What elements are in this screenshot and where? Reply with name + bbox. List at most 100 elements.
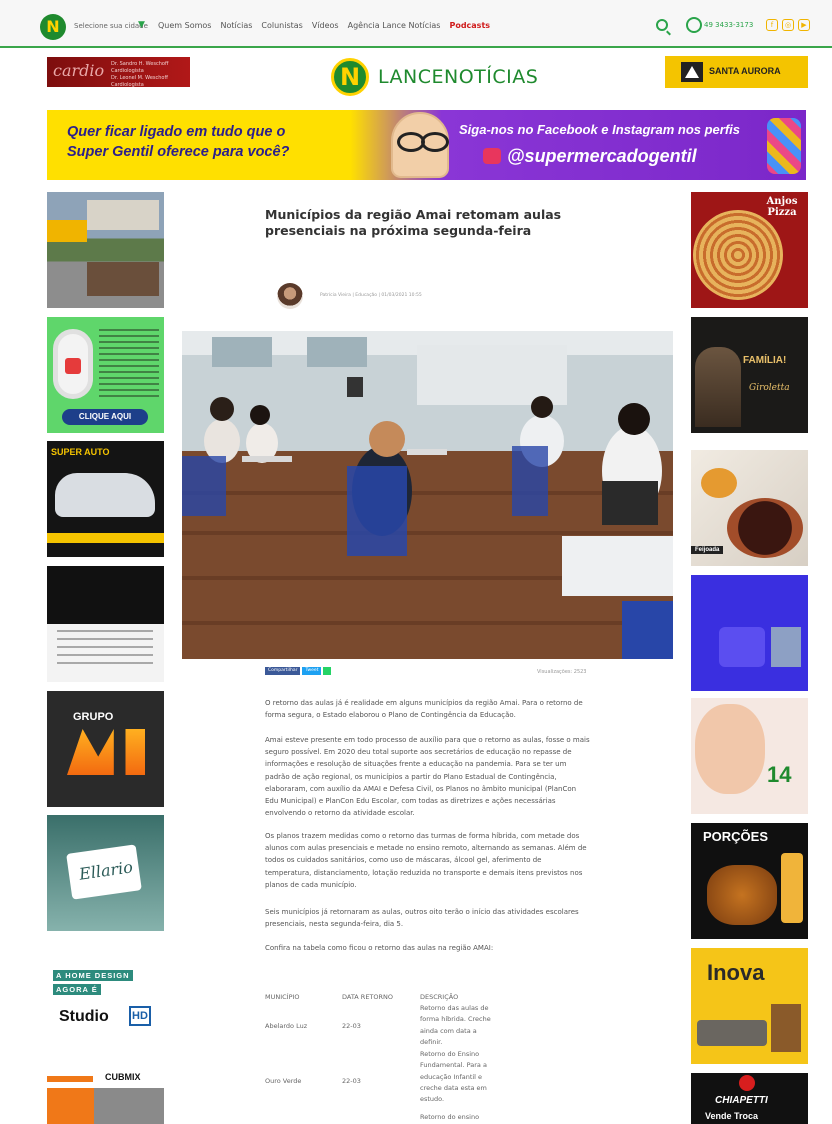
author-avatar: [277, 283, 303, 309]
security-ad-cta[interactable]: CLIQUE AQUI: [62, 409, 148, 425]
chiapetti-subtitle: Vende Troca: [705, 1111, 759, 1121]
table-cell-data: 22-03: [342, 1022, 361, 1030]
baby-face-icon: [695, 704, 765, 794]
article-paragraph-5: Confira na tabela como ficou o retorno d…: [265, 944, 494, 952]
social-apps-icon: [767, 118, 801, 174]
super-auto-ad[interactable]: SUPER AUTO: [47, 441, 164, 557]
studio-hd-line1: A HOME DESIGN: [53, 970, 133, 981]
studio-hd-ad[interactable]: A HOME DESIGN AGORA É Studio HD: [47, 940, 164, 1056]
article-paragraph-4: Seis municípios já retornaram as aulas, …: [265, 908, 579, 929]
site-logo-small[interactable]: N: [40, 14, 66, 40]
article-title: Municípios da região Amai retomam aulas …: [265, 207, 562, 238]
banner-right-line1: Siga-nos no Facebook e Instagram nos per…: [459, 122, 741, 137]
table-header-municipio: MUNICÍPIO: [265, 993, 300, 1001]
search-icon[interactable]: [656, 19, 668, 31]
cardio-ad-subtitle: Dr. Sandro H. Weschoff Cardiologista Dr.…: [111, 61, 169, 88]
nav-link-quem-somos[interactable]: Quem Somos: [158, 21, 211, 30]
coffee-cup-icon: [719, 627, 765, 667]
bowl-icon: [701, 468, 737, 498]
giroletta-title: FAMÍLIA!: [743, 355, 787, 366]
giroletta-ad[interactable]: FAMÍLIA! Giroletta: [691, 317, 808, 433]
sofa-icon: [697, 1020, 767, 1046]
table-cell-descricao: Retorno do ensino: [420, 1113, 480, 1121]
porcoes-title: PORÇÕES: [703, 829, 769, 844]
santa-aurora-logo-icon: [681, 62, 703, 82]
brand-logo[interactable]: N: [331, 58, 369, 96]
top-navigation: N Selecione sua cidade ▼ Quem Somos Notí…: [0, 0, 832, 48]
ellario-ad[interactable]: Ellario: [47, 815, 164, 931]
grupo-m1-ad[interactable]: GRUPO: [47, 691, 164, 807]
super-auto-stripe: [47, 533, 164, 543]
inova-title: Inova: [707, 960, 765, 985]
brand-name[interactable]: LANCENOTÍCIAS: [378, 66, 538, 88]
super-gentil-banner[interactable]: Quer ficar ligado em tudo que o Super Ge…: [47, 110, 806, 180]
security-ad-text-lines: [99, 329, 159, 399]
home-design-ad[interactable]: [47, 192, 164, 308]
brand-name-left: LANCE: [378, 66, 445, 88]
nav-link-noticias[interactable]: Notícias: [220, 21, 252, 30]
cubmix-title: CUBMIX: [105, 1072, 141, 1082]
m1-logo-icon: [67, 729, 145, 775]
blue-ad[interactable]: [691, 575, 808, 691]
chiapetti-ad[interactable]: CHIAPETTI Vende Troca: [691, 1073, 808, 1124]
hd-logo-icon: HD: [129, 1006, 151, 1026]
cubmix-image: [47, 1088, 164, 1124]
instagram-icon[interactable]: ◎: [782, 19, 794, 31]
pizza-icon: [693, 210, 783, 300]
classroom-photo-illustration: [182, 331, 673, 659]
article-photo: [182, 331, 673, 659]
table-cell-descricao: Retorno do Ensino Fundamental. Para a ed…: [420, 1050, 487, 1104]
santa-aurora-ad[interactable]: SANTA AURORA: [665, 56, 808, 88]
security-ad[interactable]: CLIQUE AQUI: [47, 317, 164, 433]
table-header-descricao: DESCRIÇÃO: [420, 993, 459, 1001]
view-count: Visualizações: 2523: [537, 669, 587, 675]
banner-left-text: Quer ficar ligado em tudo que o Super Ge…: [67, 122, 289, 162]
studio-hd-line2: AGORA É: [53, 984, 101, 995]
house-icon: [87, 262, 159, 296]
beer-icon: [781, 853, 803, 923]
cardio-ad-title: cardio: [53, 61, 105, 80]
facebook-icon[interactable]: f: [766, 19, 778, 31]
santa-aurora-ad-text: SANTA AURORA: [709, 66, 781, 76]
cubmix-ad[interactable]: CUBMIX: [47, 1066, 164, 1124]
facebook-share-button[interactable]: Compartilhar: [265, 667, 301, 675]
lock-body-icon: [65, 358, 81, 374]
table-cell-municipio: Abelardo Luz: [265, 1022, 308, 1030]
article-paragraph-1: O retorno das aulas já é realidade em al…: [265, 699, 583, 720]
family-photo-icon: [695, 347, 741, 427]
cubmix-stripe: [47, 1076, 93, 1082]
article-paragraph-2: Amai esteve presente em todo processo de…: [265, 736, 590, 818]
car-icon: [55, 473, 155, 517]
house-icon: [87, 200, 159, 230]
feijoada-pot-icon: [727, 498, 803, 558]
grupo-m1-title: GRUPO: [73, 711, 114, 723]
inova-ad[interactable]: Inova: [691, 948, 808, 1064]
feijoada-label: Feijoada: [691, 546, 724, 554]
nav-link-videos[interactable]: Vídeos: [312, 21, 339, 30]
cabinet-icon: [771, 1004, 801, 1052]
feijoada-ad[interactable]: Feijoada: [691, 450, 808, 566]
super-auto-title: SUPER AUTO: [51, 447, 110, 457]
article-paragraph-3: Os planos trazem medidas como o retorno …: [265, 832, 587, 889]
youtube-icon[interactable]: ▶: [798, 19, 810, 31]
table-cell-descricao: Retorno das aulas de forma híbrida. Crec…: [420, 1004, 491, 1046]
lock-icon: [53, 329, 93, 399]
whatsapp-icon[interactable]: [686, 17, 702, 33]
share-buttons: Compartilhar Tweet: [265, 667, 332, 675]
nav-link-agencia[interactable]: Agência Lance Notícias: [348, 21, 441, 30]
black-ad[interactable]: [47, 566, 164, 682]
chevron-down-icon[interactable]: ▼: [138, 20, 145, 30]
city-selector[interactable]: Selecione sua cidade: [74, 22, 148, 30]
home-design-ad-tag-icon: [47, 220, 87, 242]
cardio-ad[interactable]: cardio Dr. Sandro H. Weschoff Cardiologi…: [47, 57, 190, 88]
nav-link-podcasts[interactable]: Podcasts: [449, 21, 490, 30]
phone-number[interactable]: 49 3433-3173: [704, 21, 753, 29]
tweet-button[interactable]: Tweet: [302, 667, 322, 675]
porcoes-ad[interactable]: PORÇÕES: [691, 823, 808, 939]
nav-links: Quem Somos Notícias Colunistas Vídeos Ag…: [158, 21, 490, 30]
whatsapp-share-icon[interactable]: [323, 667, 332, 675]
anjos-pizza-ad[interactable]: Anjos Pizza: [691, 192, 808, 308]
nav-link-colunistas[interactable]: Colunistas: [261, 21, 302, 30]
baby-ad[interactable]: 14: [691, 698, 808, 814]
mascot-glasses-icon: [391, 112, 449, 178]
